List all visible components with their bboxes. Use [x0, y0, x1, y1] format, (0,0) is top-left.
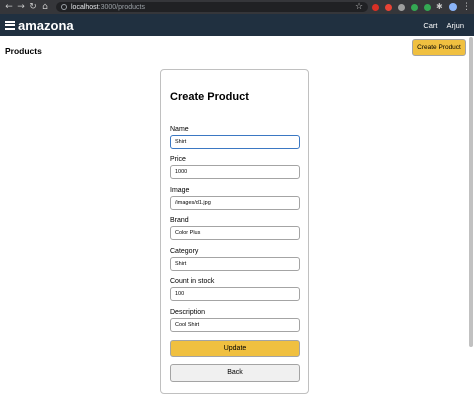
header-links: Cart Arjun — [414, 14, 464, 36]
name-label: Name — [170, 126, 189, 133]
extension-icon-1[interactable] — [372, 4, 379, 11]
browser-menu-icon[interactable]: ⋮ — [462, 0, 471, 14]
brand-label: Brand — [170, 217, 189, 224]
address-bar[interactable]: localhost:3000/products — [56, 2, 368, 12]
reload-icon[interactable]: ↻ — [27, 0, 39, 14]
product-form: Create Product Name Price Image Brand Ca… — [160, 69, 309, 394]
name-input[interactable] — [170, 135, 300, 149]
app-header: amazona Cart Arjun — [0, 14, 474, 36]
description-input[interactable] — [170, 318, 300, 332]
back-button[interactable]: Back — [170, 364, 300, 382]
form-heading: Create Product — [170, 91, 249, 103]
brand-logo[interactable]: amazona — [18, 18, 74, 33]
cart-link[interactable]: Cart — [423, 21, 437, 30]
brand-input[interactable] — [170, 226, 300, 240]
home-icon[interactable]: ⌂ — [39, 0, 51, 14]
url-path: :3000/products — [98, 3, 145, 11]
bookmark-star-icon[interactable]: ☆ — [355, 0, 363, 14]
url-host: localhost — [71, 3, 99, 11]
count-in-stock-label: Count in stock — [170, 278, 215, 285]
create-product-button[interactable]: Create Product — [412, 39, 466, 56]
forward-arrow-icon[interactable]: → — [15, 0, 27, 14]
price-input[interactable] — [170, 165, 300, 179]
image-input[interactable] — [170, 196, 300, 210]
user-menu-link[interactable]: Arjun — [446, 21, 464, 30]
price-label: Price — [170, 156, 186, 163]
browser-toolbar: ← → ↻ ⌂ localhost:3000/products ☆ ✱ ⋮ — [0, 0, 474, 14]
extension-icon-5[interactable] — [424, 4, 431, 11]
category-label: Category — [170, 248, 199, 255]
category-input[interactable] — [170, 257, 300, 271]
description-label: Description — [170, 309, 206, 316]
count-in-stock-input[interactable] — [170, 287, 300, 301]
hamburger-menu-icon[interactable] — [5, 20, 15, 30]
extension-icon-3[interactable] — [398, 4, 405, 11]
update-button[interactable]: Update — [170, 340, 300, 357]
image-label: Image — [170, 187, 190, 194]
back-arrow-icon[interactable]: ← — [3, 0, 15, 14]
extensions-puzzle-icon[interactable]: ✱ — [436, 0, 443, 14]
profile-avatar[interactable] — [449, 3, 457, 11]
page-scrollbar[interactable] — [469, 37, 473, 347]
info-icon[interactable] — [61, 4, 67, 10]
extension-icon-2[interactable] — [385, 4, 392, 11]
extension-icon-4[interactable] — [411, 4, 418, 11]
page-title: Products — [5, 46, 42, 56]
